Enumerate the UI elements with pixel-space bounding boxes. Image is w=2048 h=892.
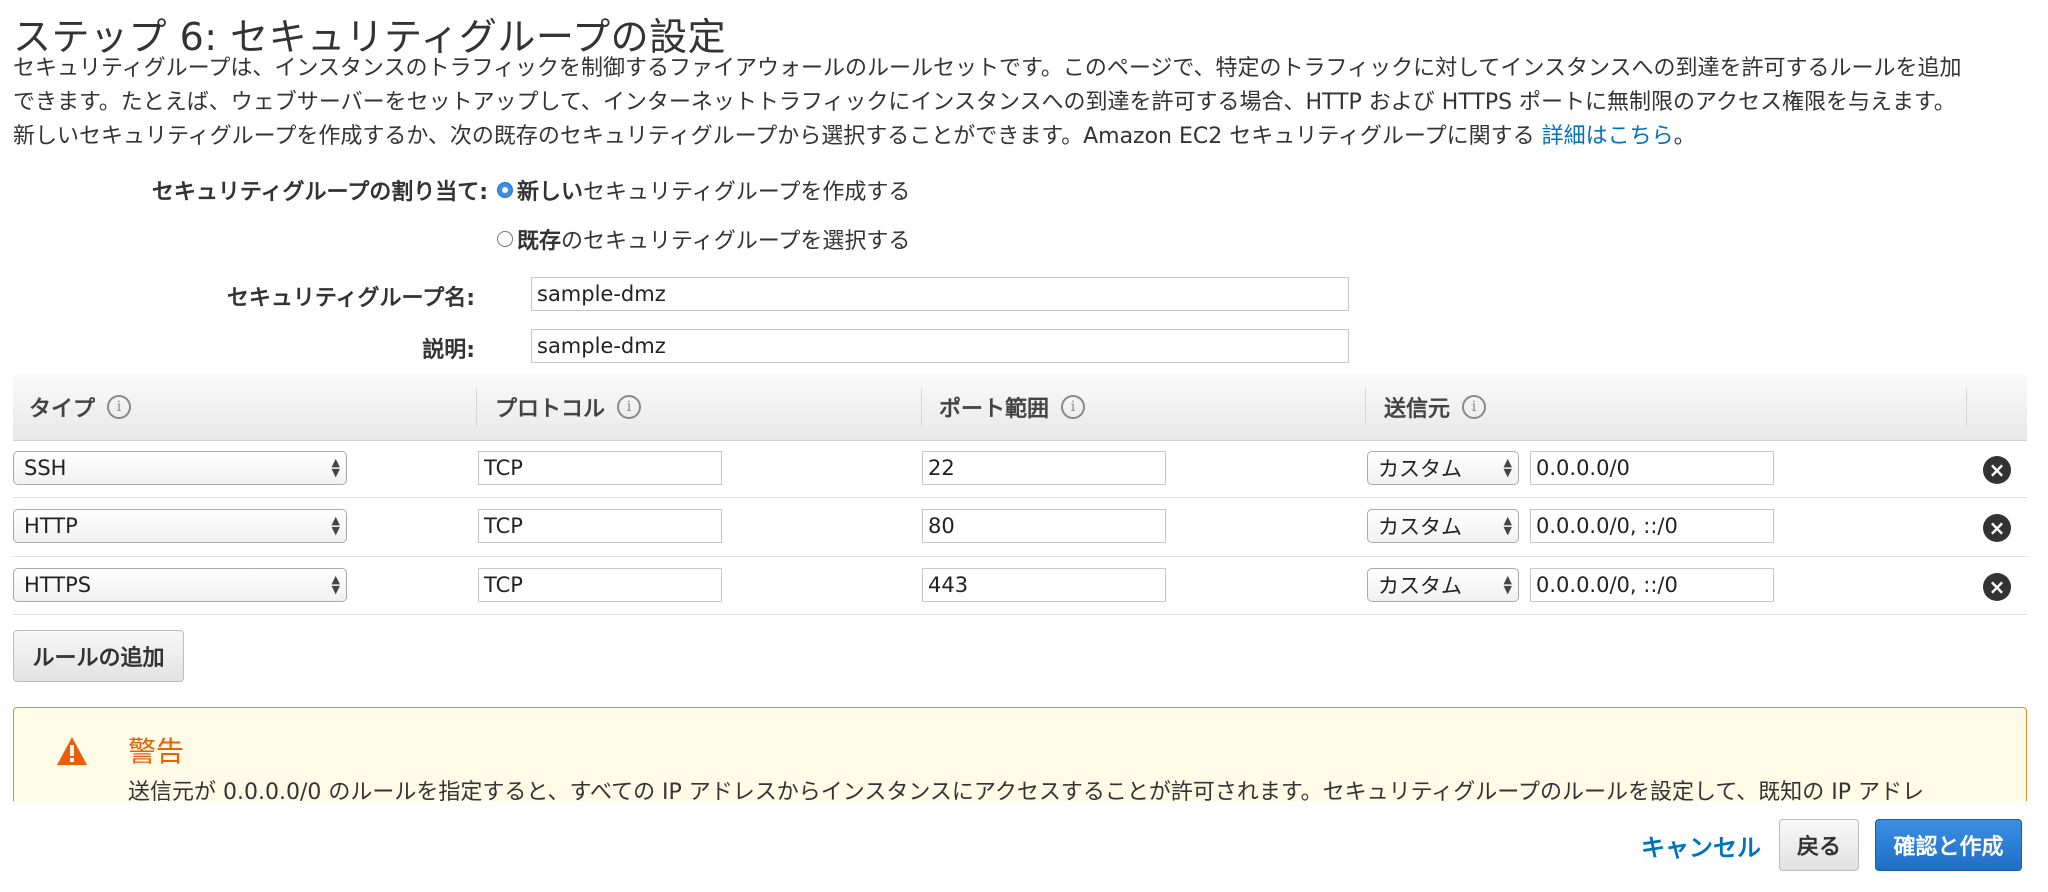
rule-type-value: HTTPS: [24, 573, 92, 597]
description-line: 新しいセキュリティグループを作成するか、次の既存のセキュリティグループから選択す…: [13, 120, 2023, 154]
port-range-field[interactable]: 80: [922, 509, 1166, 543]
source-cidr-input[interactable]: 0.0.0.0/0, ::/0: [1530, 568, 1774, 602]
radio-label-bold: 新しい: [517, 180, 584, 205]
radio-select-existing[interactable]: 既存 のセキュリティグループを選択する: [497, 223, 910, 255]
row-divider: [13, 614, 2027, 615]
details-link[interactable]: 詳細はこちら: [1542, 124, 1674, 149]
description-suffix: 。: [1673, 124, 1696, 149]
description-text: 新しいセキュリティグループを作成するか、次の既存のセキュリティグループから選択す…: [13, 124, 1542, 149]
description-line: セキュリティグループは、インスタンスのトラフィックを制御するファイアウォールのル…: [13, 56, 1962, 81]
review-and-launch-button[interactable]: 確認と作成: [1875, 819, 2022, 871]
warning-text: 送信元が 0.0.0.0/0 のルールを指定すると、すべての IP アドレスから…: [128, 780, 1924, 801]
row-divider: [13, 556, 2027, 557]
rules-table-header: タイプ i プロトコル i ポート範囲 i 送信元 i: [13, 374, 2027, 441]
info-icon[interactable]: i: [617, 395, 642, 419]
rule-type-value: SSH: [24, 456, 67, 480]
radio-button[interactable]: [497, 231, 513, 247]
protocol-field: TCP: [478, 509, 722, 543]
radio-button-selected[interactable]: [497, 182, 513, 198]
warning-panel: 警告 送信元が 0.0.0.0/0 のルールを指定すると、すべての IP アドレ…: [13, 707, 2027, 801]
header-type: タイプ i: [29, 374, 132, 440]
header-divider: [1966, 388, 1967, 426]
assignment-label: セキュリティグループの割り当て:: [151, 180, 488, 205]
security-group-name-label: セキュリティグループ名:: [226, 286, 475, 311]
info-icon[interactable]: i: [107, 395, 132, 419]
source-type-value: カスタム: [1378, 515, 1462, 539]
row-divider: [13, 497, 2027, 498]
port-range-field[interactable]: 443: [922, 568, 1166, 602]
rule-type-value: HTTP: [24, 514, 78, 538]
source-type-value: カスタム: [1378, 457, 1462, 481]
header-divider: [921, 388, 922, 426]
header-protocol: プロトコル i: [495, 374, 642, 440]
warning-title: 警告: [128, 735, 185, 768]
source-type-select[interactable]: カスタム ▲ ▼: [1367, 451, 1519, 485]
radio-label: セキュリティグループを作成する: [583, 180, 911, 205]
remove-rule-icon[interactable]: ×: [1983, 514, 2011, 542]
port-range-field[interactable]: 22: [922, 451, 1166, 485]
header-protocol-label: プロトコル: [495, 397, 606, 422]
protocol-field: TCP: [478, 451, 722, 485]
select-arrows-icon: ▲ ▼: [331, 573, 340, 596]
rule-type-select[interactable]: HTTPS ▲ ▼: [13, 568, 347, 602]
description-line: できます。たとえば、ウェブサーバーをセットアップして、インターネットトラフィック…: [13, 90, 1956, 115]
source-cidr-input[interactable]: 0.0.0.0/0: [1530, 451, 1774, 485]
security-group-name-input[interactable]: sample-dmz: [531, 277, 1349, 311]
description-label: 説明:: [422, 338, 475, 363]
protocol-field: TCP: [478, 568, 722, 602]
select-arrows-icon: ▲ ▼: [331, 514, 340, 537]
remove-rule-icon[interactable]: ×: [1983, 456, 2011, 484]
header-divider: [1365, 388, 1366, 426]
select-arrows-icon: ▲ ▼: [1503, 573, 1512, 596]
back-button[interactable]: 戻る: [1779, 819, 1859, 871]
radio-label-bold: 既存: [517, 229, 562, 254]
select-arrows-icon: ▲ ▼: [1503, 514, 1512, 537]
info-icon[interactable]: i: [1061, 395, 1086, 419]
header-port-range: ポート範囲 i: [939, 374, 1086, 440]
header-type-label: タイプ: [29, 397, 96, 422]
header-source-label: 送信元: [1384, 397, 1451, 422]
cancel-link[interactable]: キャンセル: [1641, 828, 1761, 863]
header-port-label: ポート範囲: [939, 397, 1050, 422]
page-description: セキュリティグループは、インスタンスのトラフィックを制御するファイアウォールのル…: [13, 52, 2023, 154]
add-rule-button[interactable]: ルールの追加: [13, 630, 184, 682]
radio-create-new[interactable]: 新しい セキュリティグループを作成する: [497, 174, 910, 206]
select-arrows-icon: ▲ ▼: [1503, 456, 1512, 479]
source-type-select[interactable]: カスタム ▲ ▼: [1367, 509, 1519, 543]
rule-type-select[interactable]: SSH ▲ ▼: [13, 451, 347, 485]
source-type-select[interactable]: カスタム ▲ ▼: [1367, 568, 1519, 602]
rule-type-select[interactable]: HTTP ▲ ▼: [13, 509, 347, 543]
header-divider: [476, 388, 477, 426]
source-type-value: カスタム: [1378, 574, 1462, 598]
warning-icon: [57, 737, 87, 765]
header-source: 送信元 i: [1384, 374, 1487, 440]
remove-rule-icon[interactable]: ×: [1983, 573, 2011, 601]
source-cidr-input[interactable]: 0.0.0.0/0, ::/0: [1530, 509, 1774, 543]
info-icon[interactable]: i: [1462, 395, 1487, 419]
description-input[interactable]: sample-dmz: [531, 329, 1349, 363]
select-arrows-icon: ▲ ▼: [331, 456, 340, 479]
radio-label: のセキュリティグループを選択する: [561, 229, 911, 254]
